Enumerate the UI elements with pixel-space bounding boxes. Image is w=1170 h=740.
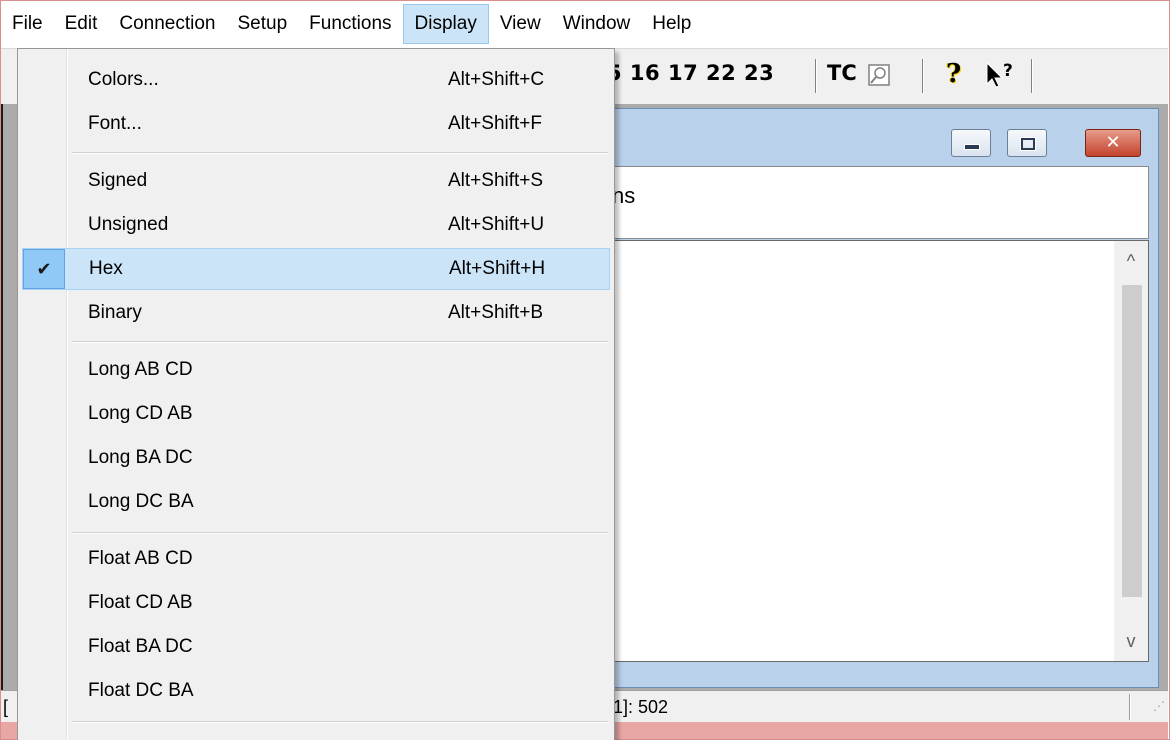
- maximize-button[interactable]: [1007, 129, 1047, 157]
- menu-separator: [72, 532, 608, 534]
- menu-connection[interactable]: Connection: [108, 4, 226, 44]
- menu-item-label: Long CD AB: [88, 403, 193, 424]
- menu-item-label: Float AB CD: [88, 548, 193, 569]
- menu-item-label: Long DC BA: [88, 491, 194, 512]
- status-text: 1]: 502: [613, 697, 669, 717]
- menu-item-long-dc-ba[interactable]: Long DC BA: [22, 481, 610, 523]
- menu-item-label: Float DC BA: [88, 680, 194, 701]
- menu-item-label: Long AB CD: [88, 359, 193, 380]
- menu-item-shortcut: Alt+Shift+F: [448, 113, 542, 134]
- menu-item-label: Hex: [89, 258, 123, 279]
- vertical-scrollbar[interactable]: ^ v: [1114, 241, 1148, 661]
- menu-item-label: Signed: [88, 170, 148, 191]
- menu-item-float-ab-cd[interactable]: Float AB CD: [22, 538, 610, 580]
- minimize-button[interactable]: [951, 129, 991, 157]
- svg-text:?: ?: [1003, 61, 1013, 81]
- menu-separator: [72, 152, 608, 154]
- menu-item-label: Colors...: [88, 69, 159, 90]
- menu-item-signed[interactable]: Signed Alt+Shift+S: [22, 160, 610, 202]
- menu-item-label: Float CD AB: [88, 592, 193, 613]
- scroll-down-icon[interactable]: v: [1114, 621, 1148, 661]
- menu-item-font[interactable]: Font... Alt+Shift+F: [22, 103, 610, 145]
- menu-help[interactable]: Help: [641, 4, 702, 44]
- function-code-buttons[interactable]: 5 16 17 22 23: [607, 61, 774, 85]
- scroll-up-icon[interactable]: ^: [1114, 241, 1148, 281]
- tc-view-icon[interactable]: [867, 63, 891, 87]
- menu-item-colors[interactable]: Colors... Alt+Shift+C: [22, 59, 610, 101]
- display-menu-dropdown: Colors... Alt+Shift+C Font... Alt+Shift+…: [17, 48, 615, 740]
- menu-item-long-ba-dc[interactable]: Long BA DC: [22, 437, 610, 479]
- toolbar-separator: [922, 59, 924, 93]
- tc-button[interactable]: TC: [827, 61, 857, 85]
- menu-item-shortcut: Alt+Shift+B: [448, 302, 544, 323]
- menu-item-label: Unsigned: [88, 214, 169, 235]
- menu-item-label: Long BA DC: [88, 447, 193, 468]
- menu-separator: [72, 341, 608, 343]
- resize-grip-icon[interactable]: ⋰: [1153, 699, 1165, 713]
- minimize-icon: [964, 144, 980, 150]
- menu-item-long-cd-ab[interactable]: Long CD AB: [22, 393, 610, 435]
- toolbar-separator: [815, 59, 817, 93]
- menu-item-shortcut: Alt+Shift+U: [448, 214, 545, 235]
- menu-file[interactable]: File: [1, 4, 54, 44]
- menu-item-float-dc-ba[interactable]: Float DC BA: [22, 670, 610, 712]
- maximize-icon: [1021, 138, 1035, 150]
- menu-item-float-cd-ab[interactable]: Float CD AB: [22, 582, 610, 624]
- menu-display[interactable]: Display: [402, 4, 489, 44]
- background-window-frame: [1, 104, 17, 690]
- menu-setup[interactable]: Setup: [227, 4, 299, 44]
- menu-item-long-ab-cd[interactable]: Long AB CD: [22, 349, 610, 391]
- menu-item-label: Float BA DC: [88, 636, 193, 657]
- close-icon: ✕: [1105, 132, 1121, 153]
- menu-separator: [72, 721, 608, 723]
- status-separator: [1129, 694, 1131, 720]
- toolbar-separator: [1031, 59, 1033, 93]
- menu-item-shortcut: Alt+Shift+S: [448, 170, 544, 191]
- child-header-text: ns: [612, 183, 636, 208]
- whats-this-icon[interactable]: ?: [983, 60, 1019, 90]
- menu-item-label: Font...: [88, 113, 142, 134]
- menu-item-shortcut: Alt+Shift+C: [448, 69, 545, 90]
- menu-item-label: Binary: [88, 302, 142, 323]
- menu-bar: File Edit Connection Setup Functions Dis…: [1, 1, 1168, 47]
- menu-functions[interactable]: Functions: [298, 4, 402, 44]
- scroll-thumb[interactable]: [1122, 285, 1142, 597]
- menu-edit[interactable]: Edit: [54, 4, 109, 44]
- menu-window[interactable]: Window: [552, 4, 642, 44]
- menu-item-unsigned[interactable]: Unsigned Alt+Shift+U: [22, 204, 610, 246]
- menu-view[interactable]: View: [489, 4, 552, 44]
- close-button[interactable]: ✕: [1085, 129, 1141, 157]
- help-icon[interactable]: ?: [946, 59, 961, 89]
- checkmark-icon: ✔: [23, 249, 65, 289]
- menu-item-float-ba-dc[interactable]: Float BA DC: [22, 626, 610, 668]
- menu-item-binary[interactable]: Binary Alt+Shift+B: [22, 292, 610, 334]
- status-left-text: [: [3, 697, 9, 717]
- menu-item-shortcut: Alt+Shift+H: [449, 258, 546, 279]
- menu-item-hex[interactable]: ✔ Hex Alt+Shift+H: [22, 248, 610, 290]
